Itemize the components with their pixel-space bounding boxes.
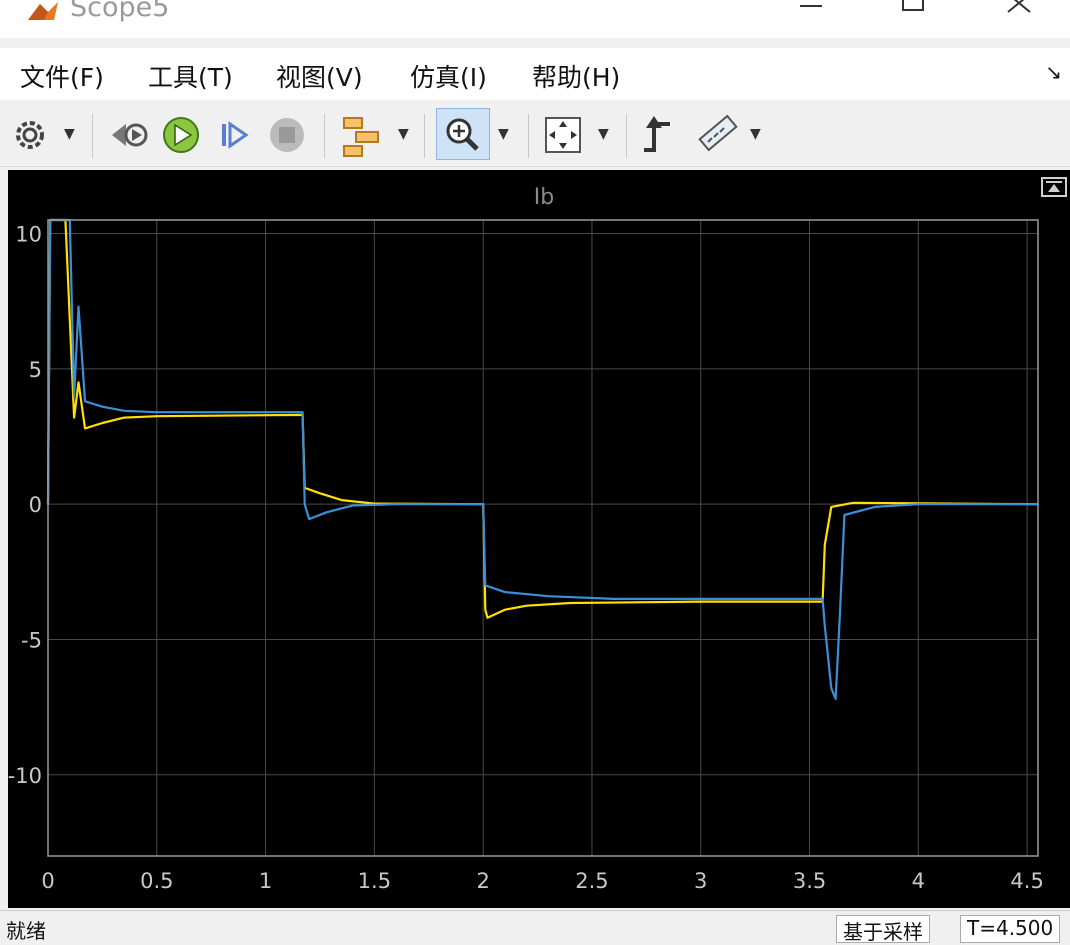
toolbar-separator: [324, 114, 325, 158]
trigger-icon: [644, 116, 670, 152]
x-tick-labels: 0 0.5 1 1.5 2 2.5 3 3.5 4 4.5: [41, 869, 1044, 893]
maximize-button[interactable]: [884, 0, 944, 30]
step-forward-button[interactable]: [214, 110, 256, 160]
x-tick-label: 3: [694, 869, 707, 893]
chart-title: Ib: [534, 185, 554, 210]
block-diagram-icon: [343, 117, 379, 157]
step-forward-icon: [222, 121, 249, 149]
minimize-icon: [800, 5, 822, 7]
toolbar: ▼ ▼ ▼ ▼ ▼: [0, 104, 1070, 167]
simulation-time: T=4.500: [960, 915, 1061, 943]
status-bar: 就绪 基于采样 T=4.500: [0, 910, 1070, 944]
step-back-button[interactable]: [108, 110, 150, 160]
x-tick-label: 2: [476, 869, 489, 893]
toolbar-separator: [626, 114, 627, 158]
fit-to-view-icon: [545, 117, 581, 153]
x-tick-label: 3.5: [793, 869, 826, 893]
close-icon: [1007, 0, 1031, 13]
y-tick-labels: 10 5 0 -5 -10: [8, 223, 42, 788]
zoom-in-button[interactable]: [436, 108, 490, 160]
y-tick-label: 5: [29, 358, 42, 382]
status-text: 就绪: [6, 919, 46, 943]
stop-button[interactable]: [266, 110, 308, 160]
y-tick-label: -10: [8, 764, 42, 788]
ruler-icon: [698, 114, 738, 152]
toolbar-separator: [92, 114, 93, 158]
layout-dropdown-icon[interactable]: ▼: [398, 126, 409, 142]
measurements-dropdown-icon[interactable]: ▼: [750, 126, 761, 142]
y-tick-label: 0: [29, 493, 42, 517]
scale-axes-button[interactable]: [542, 110, 584, 160]
undock-icon[interactable]: [1041, 177, 1067, 197]
sample-mode-indicator: 基于采样: [836, 915, 930, 944]
x-tick-label: 0.5: [140, 869, 173, 893]
run-button[interactable]: [160, 110, 202, 160]
x-tick-label: 1: [259, 869, 272, 893]
menu-help[interactable]: 帮助(H): [532, 58, 620, 94]
undock-arrow-icon[interactable]: ↘: [1045, 60, 1062, 84]
zoom-dropdown-icon[interactable]: ▼: [498, 126, 509, 142]
minimize-button[interactable]: [780, 0, 840, 30]
play-icon: [163, 117, 199, 153]
menu-simulation[interactable]: 仿真(I): [410, 58, 487, 94]
scope-display[interactable]: Ib 0 0.5 1 1.5 2 2.5 3 3.5 4 4.5 10 5 0 -5 -10: [8, 170, 1070, 908]
x-tick-label: 4.5: [1010, 869, 1043, 893]
x-tick-label: 0: [41, 869, 54, 893]
scale-dropdown-icon[interactable]: ▼: [598, 126, 609, 142]
x-tick-label: 4: [912, 869, 925, 893]
series-group: [46, 218, 1039, 701]
highlight-simulink-block-button[interactable]: [340, 110, 384, 160]
window-title: Scope5: [70, 0, 170, 23]
triggers-button[interactable]: [640, 110, 680, 160]
measurements-button[interactable]: [694, 110, 740, 160]
grid: [47, 220, 1038, 856]
settings-dropdown-icon[interactable]: ▼: [64, 126, 75, 142]
x-tick-label: 1.5: [358, 869, 391, 893]
plot-svg[interactable]: Ib 0 0.5 1 1.5 2 2.5 3 3.5 4 4.5 10 5 0 -5 -10: [8, 170, 1070, 908]
settings-button[interactable]: [12, 110, 52, 160]
menu-tools[interactable]: 工具(T): [148, 58, 233, 94]
series-line-blue: [46, 218, 1038, 701]
title-bar: Scope5: [0, 0, 1070, 38]
menu-bar: 文件(F) 工具(T) 视图(V) 仿真(I) 帮助(H) ↘: [0, 48, 1070, 100]
close-button[interactable]: [990, 0, 1050, 30]
menu-file[interactable]: 文件(F): [20, 58, 104, 94]
series-line-yellow: [46, 218, 1039, 619]
toolbar-separator: [424, 114, 425, 158]
x-tick-label: 2.5: [575, 869, 608, 893]
maximize-icon: [902, 0, 924, 11]
zoom-in-icon: [446, 118, 479, 151]
axes-frame: [47, 219, 1039, 857]
toolbar-separator: [528, 114, 529, 158]
matlab-logo-icon: [28, 2, 58, 20]
y-tick-label: -5: [21, 628, 42, 652]
gear-icon: [16, 121, 44, 149]
menu-view[interactable]: 视图(V): [276, 58, 363, 94]
y-tick-label: 10: [15, 223, 42, 247]
stop-icon: [270, 118, 304, 152]
step-back-icon: [112, 123, 148, 147]
